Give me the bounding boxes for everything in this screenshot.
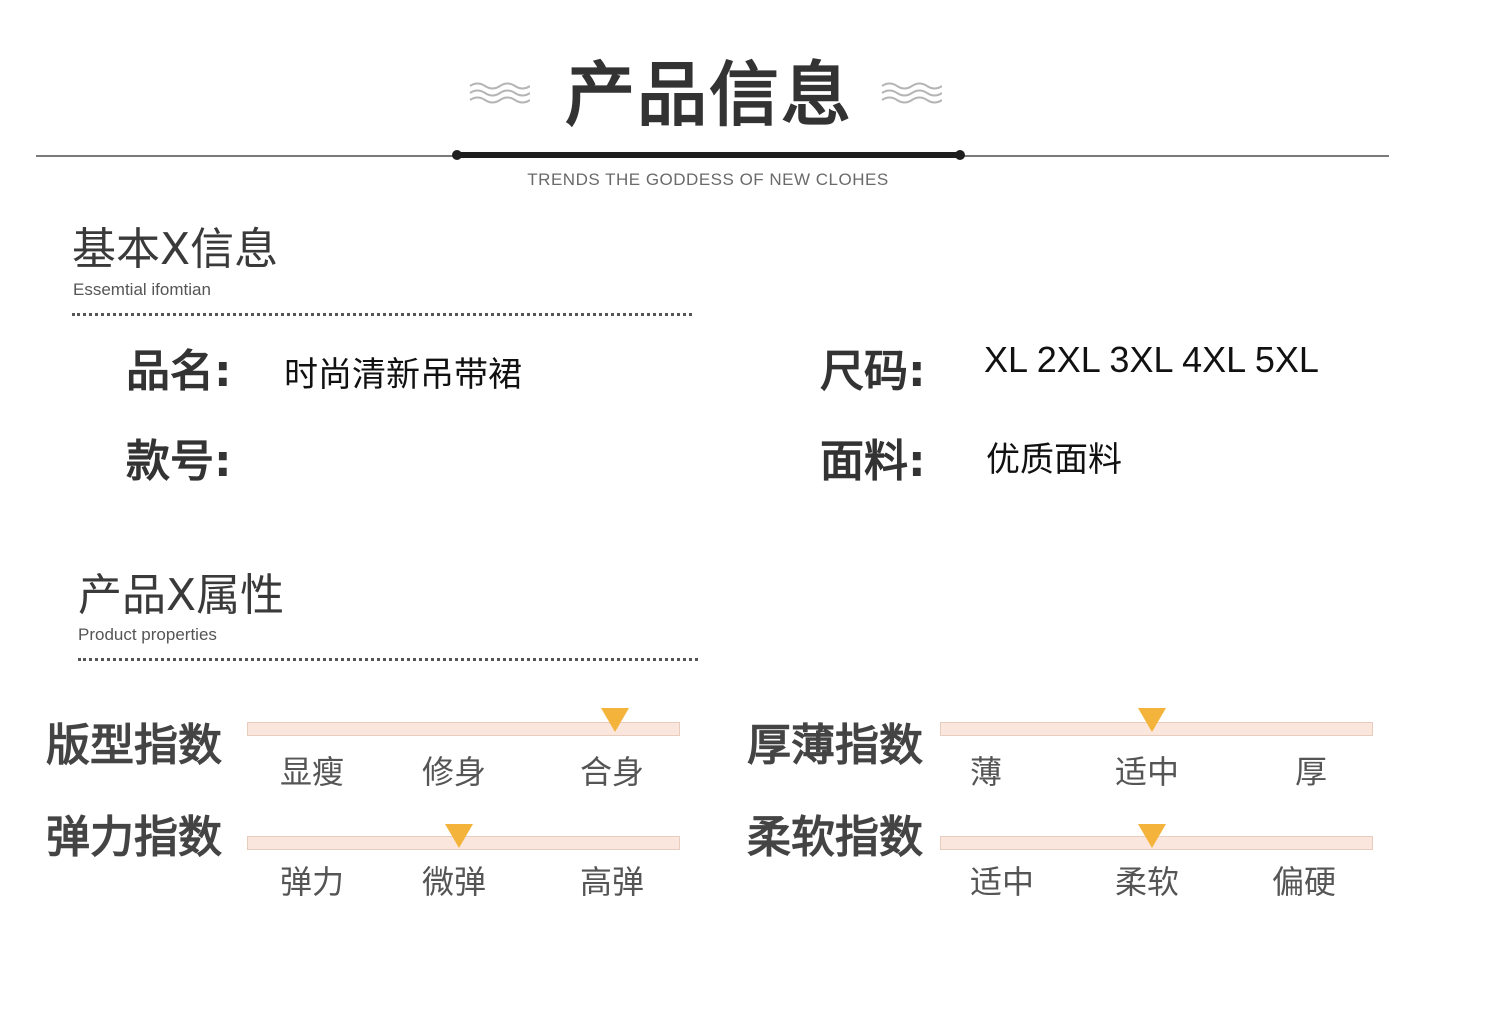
divider-dot-right [955,150,965,160]
size-label: 尺码: [820,346,926,397]
index-option: 显瘦 [280,753,345,791]
index-label: 厚薄指数 [747,720,923,771]
index-label: 弹力指数 [46,812,222,863]
index-marker-icon [1138,708,1167,732]
wave-decoration-right-icon [881,82,942,104]
properties-heading: 产品X属性 [78,570,285,621]
product-name-label: 品名: [126,346,232,397]
properties-subheading: Product properties [78,625,217,644]
wave-decoration-left-icon [469,82,530,104]
page-title: 产品信息 [565,54,853,136]
index-marker-icon [601,708,630,732]
fabric-value: 优质面料 [986,440,1122,480]
index-option: 合身 [580,753,645,791]
basic-info-dotted-divider [72,313,692,316]
index-option: 偏硬 [1272,863,1337,901]
basic-info-subheading: Essemtial ifomtian [73,280,211,299]
header-divider-accent [456,152,964,158]
size-value: XL 2XL 3XL 4XL 5XL [984,339,1319,380]
divider-dot-left [452,150,462,160]
style-number-label: 款号: [126,436,232,487]
index-option: 厚 [1295,753,1328,791]
basic-info-heading: 基本X信息 [72,224,279,275]
product-name-value: 时尚清新吊带裙 [284,355,522,395]
index-option: 弹力 [280,863,345,901]
fabric-label: 面料: [820,436,926,487]
page-subtitle: TRENDS THE GODDESS OF NEW CLOHES [527,170,889,189]
index-option: 微弹 [422,863,487,901]
index-option: 柔软 [1115,863,1180,901]
index-marker-icon [445,824,474,848]
properties-dotted-divider [78,658,698,661]
index-option: 适中 [970,863,1035,901]
index-label: 柔软指数 [747,812,923,863]
index-option: 修身 [422,753,487,791]
index-option: 薄 [970,753,1003,791]
index-label: 版型指数 [46,720,222,771]
index-option: 高弹 [580,863,645,901]
index-option: 适中 [1115,753,1180,791]
index-marker-icon [1138,824,1167,848]
